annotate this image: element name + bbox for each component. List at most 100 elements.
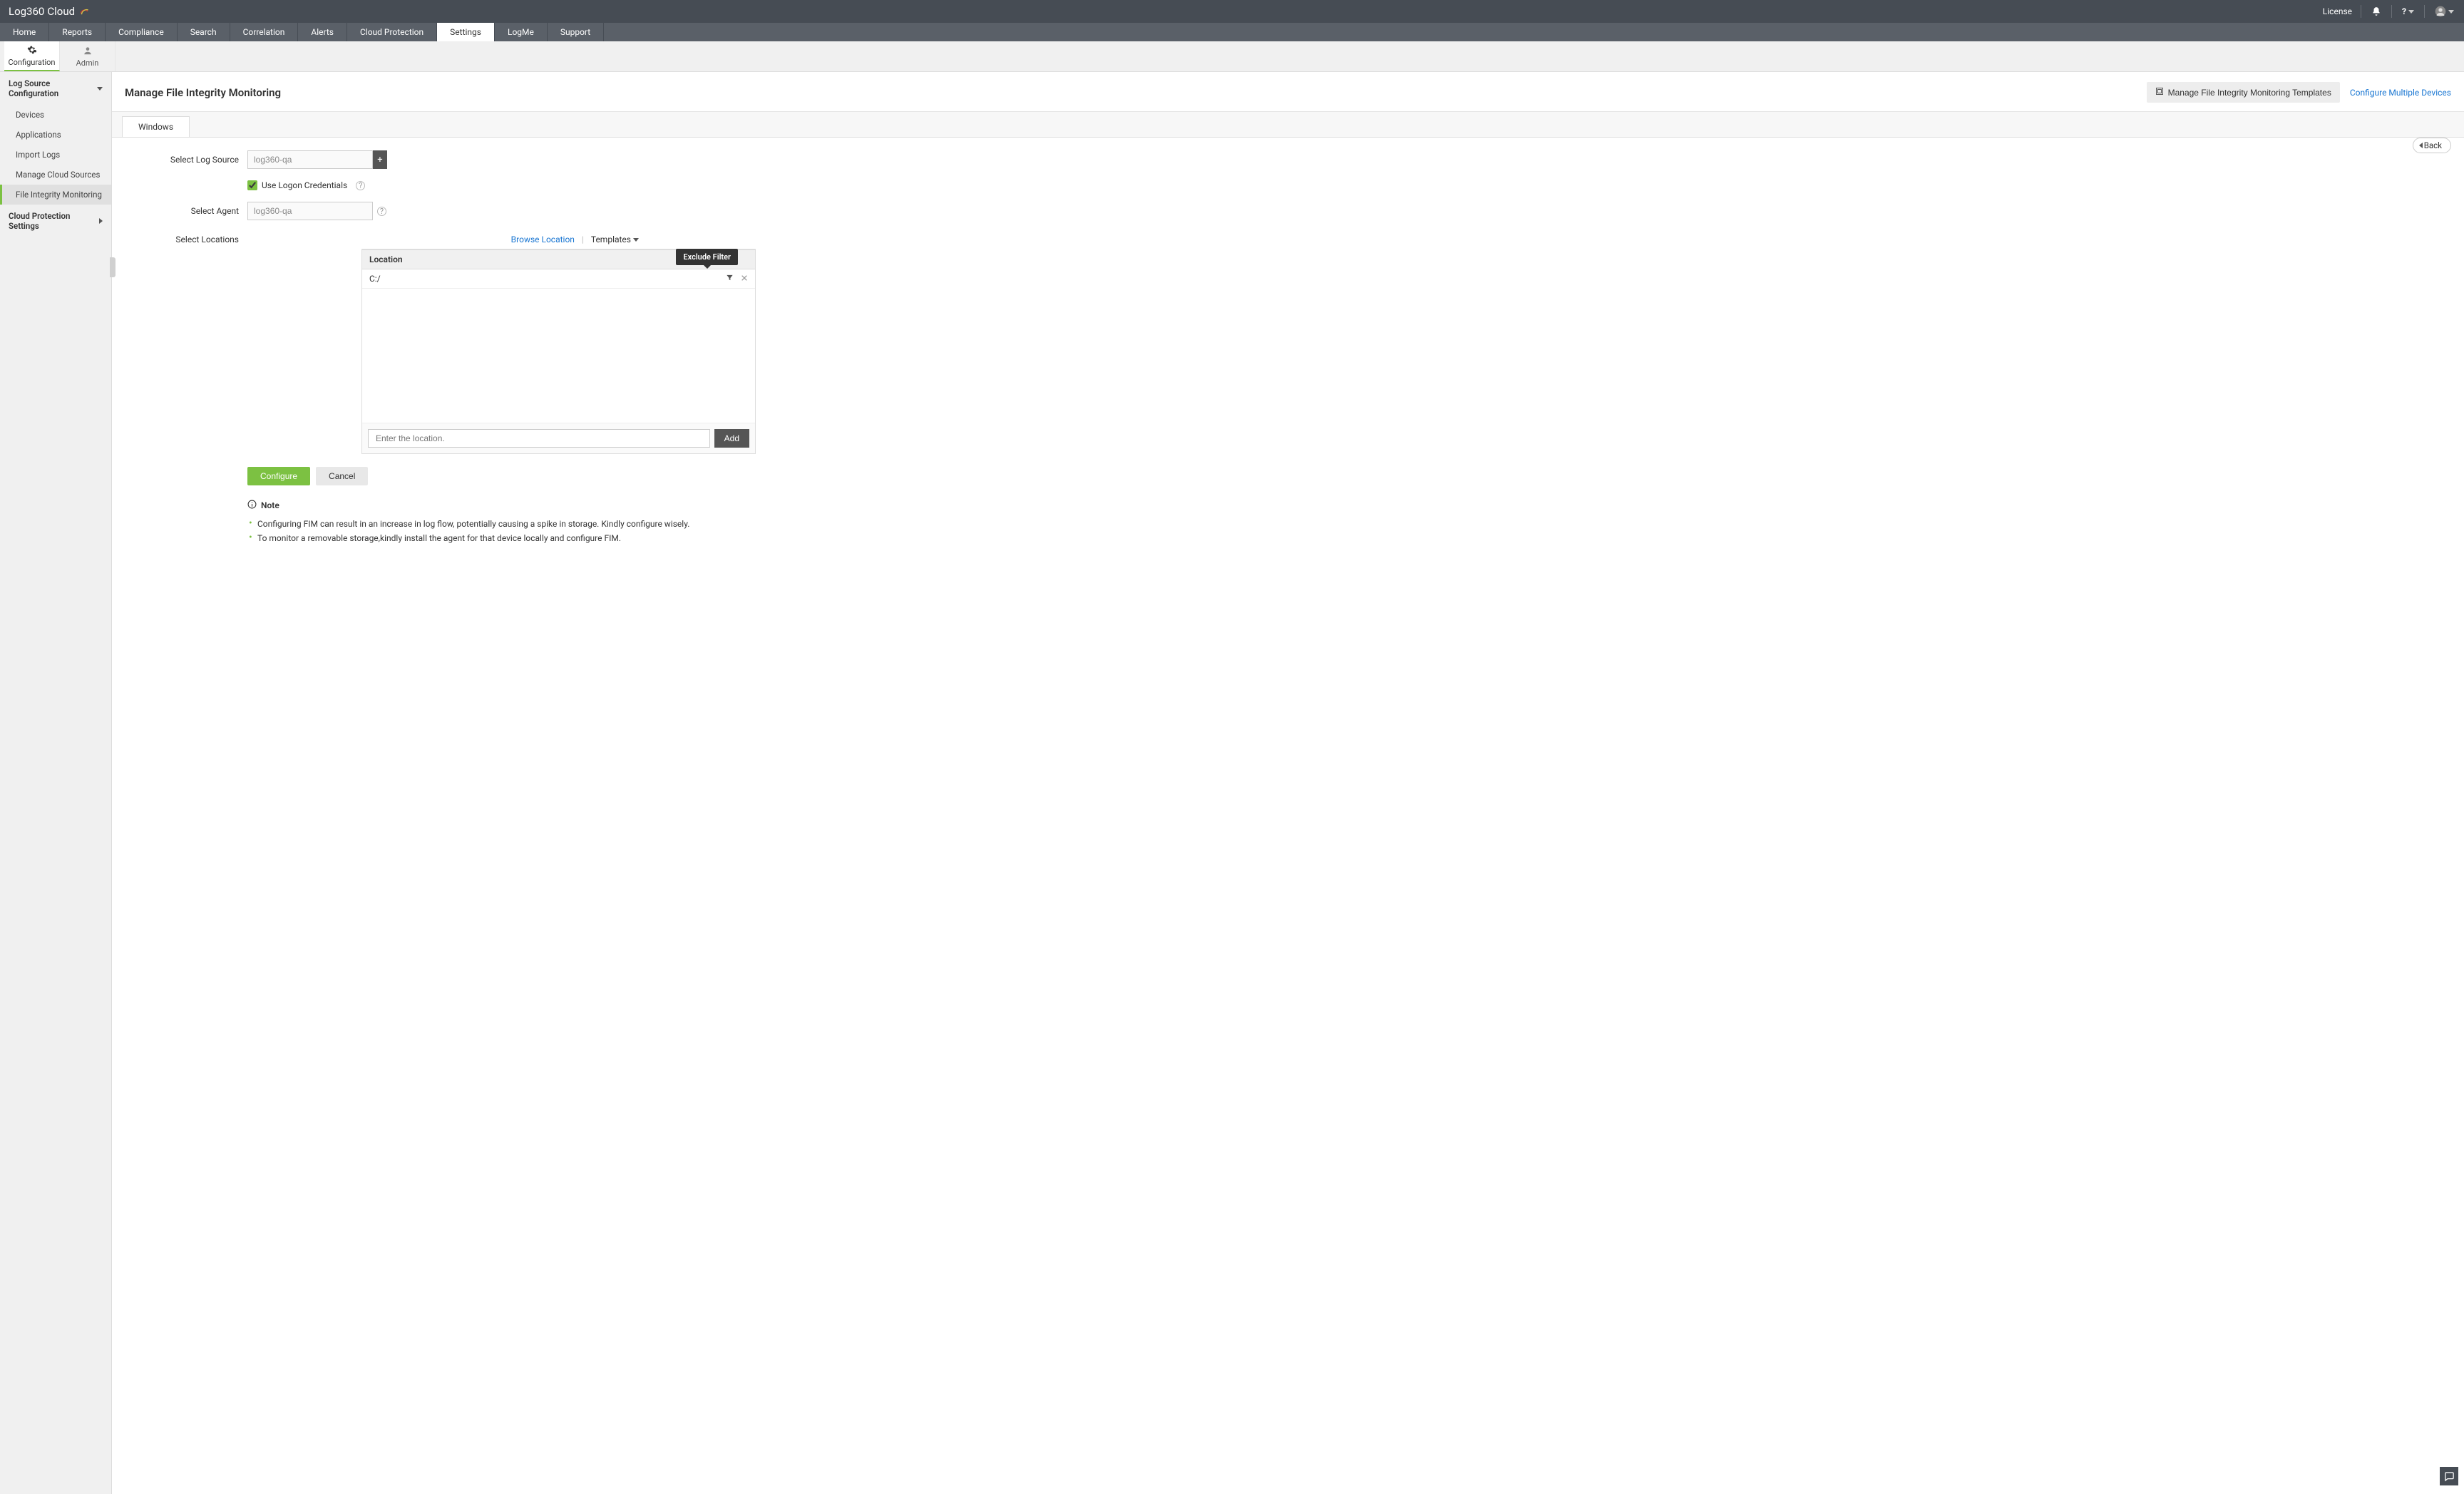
add-location-button[interactable]: Add xyxy=(714,429,749,448)
logon-credentials-label: Use Logon Credentials xyxy=(262,180,347,190)
subtab-admin-label: Admin xyxy=(76,58,99,68)
page-title: Manage File Integrity Monitoring xyxy=(125,86,281,99)
add-log-source-button[interactable]: + xyxy=(373,150,387,169)
agent-input[interactable] xyxy=(247,202,373,220)
locations-block: Browse Location | Templates Location Exc… xyxy=(247,232,642,454)
agent-label: Select Agent xyxy=(133,206,247,216)
log-source-token-box: + xyxy=(247,150,387,169)
info-icon xyxy=(247,500,257,511)
nav-logme[interactable]: LogMe xyxy=(495,23,548,41)
exclude-filter-tooltip: Exclude Filter xyxy=(676,249,738,265)
gear-icon xyxy=(27,45,37,57)
sidebar-item-applications[interactable]: Applications xyxy=(0,125,111,145)
subtab-configuration-label: Configuration xyxy=(9,58,56,67)
nav-cloud-protection[interactable]: Cloud Protection xyxy=(347,23,437,41)
logon-credentials-checkbox-row[interactable]: Use Logon Credentials ? xyxy=(247,180,2443,190)
sidebar-item-manage-cloud[interactable]: Manage Cloud Sources xyxy=(0,165,111,185)
sidebar-section2-label: Cloud Protection Settings xyxy=(9,211,99,231)
user-icon xyxy=(83,46,93,58)
nav-support[interactable]: Support xyxy=(548,23,604,41)
help-icon[interactable]: ? xyxy=(356,181,365,190)
locations-label: Select Locations xyxy=(133,232,247,244)
user-menu[interactable] xyxy=(2433,4,2455,19)
locations-empty-area xyxy=(362,289,755,423)
chevron-down-icon xyxy=(633,238,639,242)
nav-reports[interactable]: Reports xyxy=(49,23,106,41)
location-path: C:/ xyxy=(369,274,381,284)
header-right: License ? xyxy=(2323,4,2455,19)
chevron-right-icon xyxy=(99,218,103,224)
row-locations: Select Locations Browse Location | Templ… xyxy=(133,232,2443,454)
note-title: Note xyxy=(261,500,279,510)
nav-search[interactable]: Search xyxy=(178,23,230,41)
sidebar-section-label: Log Source Configuration xyxy=(9,78,97,98)
locations-table: Location Exclude Filter C:/ xyxy=(361,249,756,454)
subtab-admin[interactable]: Admin xyxy=(60,41,115,71)
nav-compliance[interactable]: Compliance xyxy=(106,23,178,41)
settings-subtabs: Configuration Admin xyxy=(0,41,2464,72)
note-list: Configuring FIM can result in an increas… xyxy=(247,517,2443,545)
remove-location-icon[interactable] xyxy=(741,274,748,284)
note-item: To monitor a removable storage,kindly in… xyxy=(247,531,2443,545)
row-log-source: Select Log Source + xyxy=(133,150,2443,169)
settings-layout: Log Source Configuration Devices Applica… xyxy=(0,72,2464,1494)
logon-credentials-checkbox[interactable] xyxy=(247,180,257,190)
tab-windows[interactable]: Windows xyxy=(122,116,190,137)
configure-button[interactable]: Configure xyxy=(247,467,310,485)
main-nav: Home Reports Compliance Search Correlati… xyxy=(0,23,2464,41)
chevron-down-icon xyxy=(97,87,103,91)
locations-header: Location Exclude Filter xyxy=(362,249,755,269)
subtab-configuration[interactable]: Configuration xyxy=(4,41,60,71)
main-panel: Manage File Integrity Monitoring Manage … xyxy=(112,72,2464,1494)
nav-alerts[interactable]: Alerts xyxy=(298,23,347,41)
help-icon-agent[interactable]: ? xyxy=(377,207,386,216)
nav-settings[interactable]: Settings xyxy=(437,23,495,41)
manage-templates-button[interactable]: Manage File Integrity Monitoring Templat… xyxy=(2147,82,2340,103)
manage-templates-label: Manage File Integrity Monitoring Templat… xyxy=(2168,88,2331,98)
page-header: Manage File Integrity Monitoring Manage … xyxy=(112,72,2464,112)
back-row: Back xyxy=(2413,138,2451,153)
locations-footer: Add xyxy=(362,423,755,453)
settings-sidebar: Log Source Configuration Devices Applica… xyxy=(0,72,112,1494)
help-dropdown[interactable]: ? xyxy=(2401,5,2416,18)
locations-toolbar: Browse Location | Templates xyxy=(247,232,642,249)
sidebar-section-log-source[interactable]: Log Source Configuration xyxy=(0,72,111,105)
row-agent: Select Agent ? xyxy=(133,202,2443,220)
logo-text-b: Cloud xyxy=(47,5,75,18)
sidebar-item-import-logs[interactable]: Import Logs xyxy=(0,145,111,165)
location-input[interactable] xyxy=(368,429,710,448)
page-header-right: Manage File Integrity Monitoring Templat… xyxy=(2147,82,2451,103)
license-link[interactable]: License xyxy=(2323,6,2352,16)
log-source-input[interactable] xyxy=(247,150,373,169)
product-logo: Log360 Cloud xyxy=(9,5,89,18)
form-actions: Configure Cancel xyxy=(247,467,2443,485)
location-column-header: Location xyxy=(369,254,403,264)
filter-icon[interactable] xyxy=(726,274,734,284)
fim-form: Back Select Log Source + Use Logon Crede… xyxy=(112,138,2464,558)
app-header: Log360 Cloud License ? xyxy=(0,0,2464,23)
os-tabs: Windows xyxy=(112,112,2464,138)
sidebar-section-cloud-protection[interactable]: Cloud Protection Settings xyxy=(0,205,111,237)
note-block: Note Configuring FIM can result in an in… xyxy=(247,500,2443,545)
nav-home[interactable]: Home xyxy=(0,23,49,41)
configure-multiple-link[interactable]: Configure Multiple Devices xyxy=(2350,88,2451,98)
nav-correlation[interactable]: Correlation xyxy=(230,23,299,41)
location-row: C:/ xyxy=(362,269,755,289)
note-item: Configuring FIM can result in an increas… xyxy=(247,517,2443,531)
toolbar-separator: | xyxy=(582,235,584,244)
logo-text-a: Log360 xyxy=(9,5,44,18)
chat-button[interactable] xyxy=(2440,1467,2458,1485)
chevron-left-icon xyxy=(2419,143,2423,148)
cancel-button[interactable]: Cancel xyxy=(316,467,368,485)
back-label: Back xyxy=(2424,140,2442,150)
header-divider-2 xyxy=(2391,5,2392,18)
logo-arc-icon xyxy=(79,6,89,16)
back-button[interactable]: Back xyxy=(2413,138,2451,153)
bell-icon[interactable] xyxy=(2370,5,2383,18)
template-icon xyxy=(2155,87,2164,98)
sidebar-item-fim[interactable]: File Integrity Monitoring xyxy=(0,185,111,205)
templates-dropdown[interactable]: Templates xyxy=(591,235,639,244)
sidebar-item-devices[interactable]: Devices xyxy=(0,105,111,125)
header-divider-3 xyxy=(2424,5,2425,18)
browse-location-link[interactable]: Browse Location xyxy=(511,235,575,244)
